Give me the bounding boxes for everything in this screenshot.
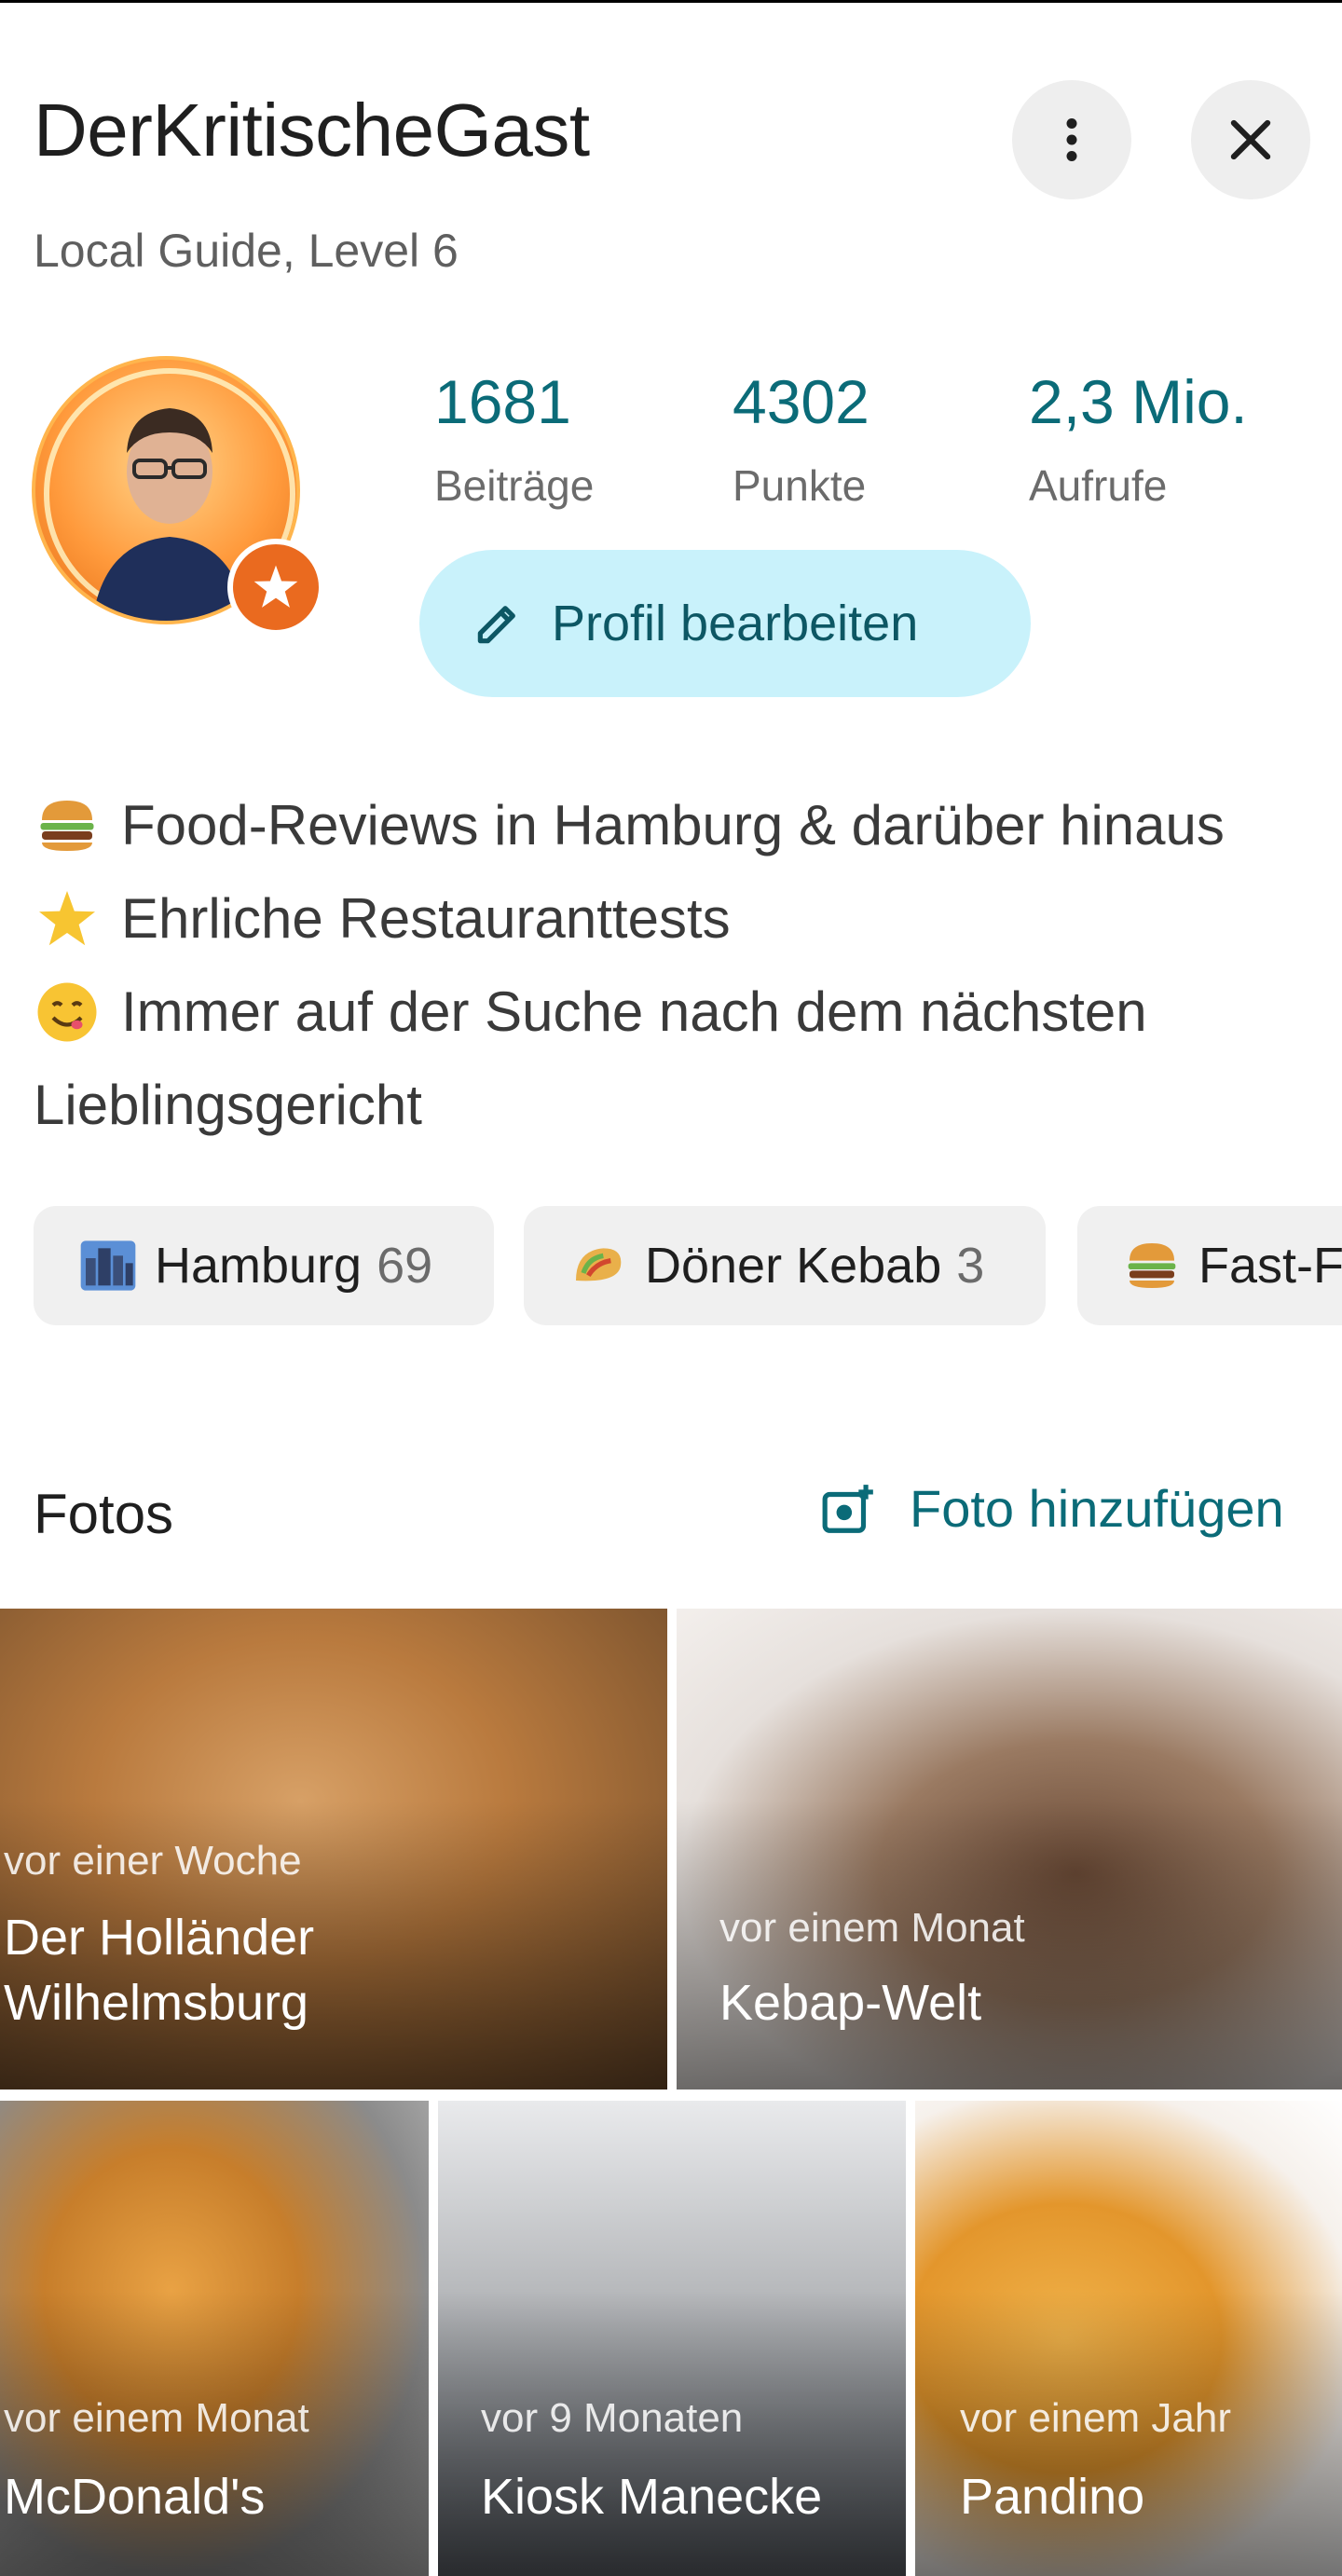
close-button[interactable] bbox=[1191, 80, 1310, 199]
bio-text: Ehrliche Restauranttests bbox=[121, 887, 731, 950]
bio-line: Ehrliche Restauranttests bbox=[34, 872, 1320, 966]
photo-time: vor einem Jahr bbox=[960, 2395, 1232, 2441]
stat-value: 4302 bbox=[733, 367, 870, 436]
photo-place: Wilhelmsburg bbox=[4, 1975, 309, 2031]
profile-avatar[interactable] bbox=[32, 356, 330, 636]
chip-label: Döner Kebab bbox=[645, 1238, 942, 1294]
star-icon bbox=[39, 891, 95, 946]
stat-value: 1681 bbox=[434, 367, 571, 436]
stat-points[interactable]: 4302 Punkte bbox=[733, 371, 870, 511]
bio-line: Immer auf der Suche nach dem nächsten bbox=[34, 966, 1320, 1059]
profile-header: DerKritischeGast bbox=[34, 93, 590, 168]
photo-place: Kiosk Manecke bbox=[481, 2469, 823, 2525]
pencil-icon bbox=[477, 606, 515, 644]
photo-time: vor einer Woche bbox=[4, 1838, 302, 1884]
chip-label: Hamburg bbox=[155, 1238, 363, 1294]
stat-contributions[interactable]: 1681 Beiträge bbox=[434, 371, 594, 511]
stat-label: Aufrufe bbox=[1029, 461, 1168, 510]
bio-line: Food-Reviews in Hamburg & darüber hinaus bbox=[34, 779, 1320, 872]
add-photo-label: Foto hinzufügen bbox=[910, 1479, 1284, 1538]
stat-views[interactable]: 2,3 Mio. Aufrufe bbox=[1029, 371, 1248, 511]
photo-tile[interactable]: vor einem Monat McDonald's bbox=[0, 2101, 429, 2576]
bio-text: Immer auf der Suche nach dem nächsten bbox=[121, 980, 1147, 1043]
photo-time: vor einem Monat bbox=[719, 1905, 1025, 1951]
photo-place: Pandino bbox=[960, 2469, 1145, 2525]
chip-fast-food[interactable]: Fast-F bbox=[1077, 1206, 1342, 1325]
stat-label: Punkte bbox=[733, 461, 867, 510]
profile-name: DerKritischeGast bbox=[34, 89, 590, 171]
add-photo-button[interactable]: Foto hinzufügen bbox=[820, 1478, 1284, 1539]
bio-line: Lieblingsgericht bbox=[34, 1059, 1320, 1152]
photo-tile[interactable]: vor einer Woche Der Holländer Wilhelmsbu… bbox=[0, 1609, 667, 2090]
profile-bio: Food-Reviews in Hamburg & darüber hinaus… bbox=[34, 779, 1320, 1152]
photo-tile[interactable]: vor 9 Monaten Kiosk Manecke bbox=[438, 2101, 906, 2576]
chip-label: Fast-F bbox=[1198, 1238, 1342, 1294]
taco-icon bbox=[576, 1248, 622, 1281]
more-options-button[interactable] bbox=[1012, 80, 1131, 199]
photo-time: vor 9 Monaten bbox=[481, 2395, 744, 2441]
more-vert-icon bbox=[1066, 118, 1077, 161]
chip-doener-kebab[interactable]: Döner Kebab 3 bbox=[524, 1206, 1046, 1325]
photo-tile[interactable]: vor einem Jahr Pandino bbox=[915, 2101, 1342, 2576]
photo-place: McDonald's bbox=[4, 2469, 266, 2525]
edit-profile-label: Profil bearbeiten bbox=[552, 596, 919, 651]
add-photo-icon bbox=[822, 1484, 873, 1533]
yum-face-icon bbox=[37, 982, 97, 1042]
stat-value: 2,3 Mio. bbox=[1029, 367, 1248, 436]
burger-icon bbox=[40, 801, 94, 851]
local-guide-badge bbox=[227, 539, 324, 636]
bio-text: Food-Reviews in Hamburg & darüber hinaus bbox=[121, 794, 1225, 856]
stat-label: Beiträge bbox=[434, 461, 595, 510]
bio-text: Lieblingsgericht bbox=[34, 1074, 422, 1136]
photos-section-title: Fotos bbox=[34, 1483, 174, 1545]
burger-icon bbox=[1128, 1243, 1176, 1288]
chip-count: 69 bbox=[377, 1238, 433, 1294]
chip-count: 3 bbox=[956, 1238, 985, 1294]
edit-profile-button[interactable]: Profil bearbeiten bbox=[419, 550, 1031, 697]
top-border bbox=[0, 0, 1342, 3]
topic-chips: Hamburg 69 Döner Kebab 3 Fast-F bbox=[34, 1206, 1342, 1325]
star-icon bbox=[253, 565, 298, 608]
city-icon bbox=[80, 1240, 136, 1291]
photo-place: Der Holländer bbox=[4, 1910, 315, 1966]
close-icon bbox=[1230, 119, 1271, 160]
photo-tile[interactable]: vor einem Monat Kebap-Welt bbox=[677, 1609, 1342, 2090]
chip-hamburg[interactable]: Hamburg 69 bbox=[34, 1206, 494, 1325]
photo-time: vor einem Monat bbox=[4, 2395, 309, 2441]
photo-place: Kebap-Welt bbox=[719, 1975, 982, 2031]
profile-subtitle: Local Guide, Level 6 bbox=[34, 225, 459, 277]
